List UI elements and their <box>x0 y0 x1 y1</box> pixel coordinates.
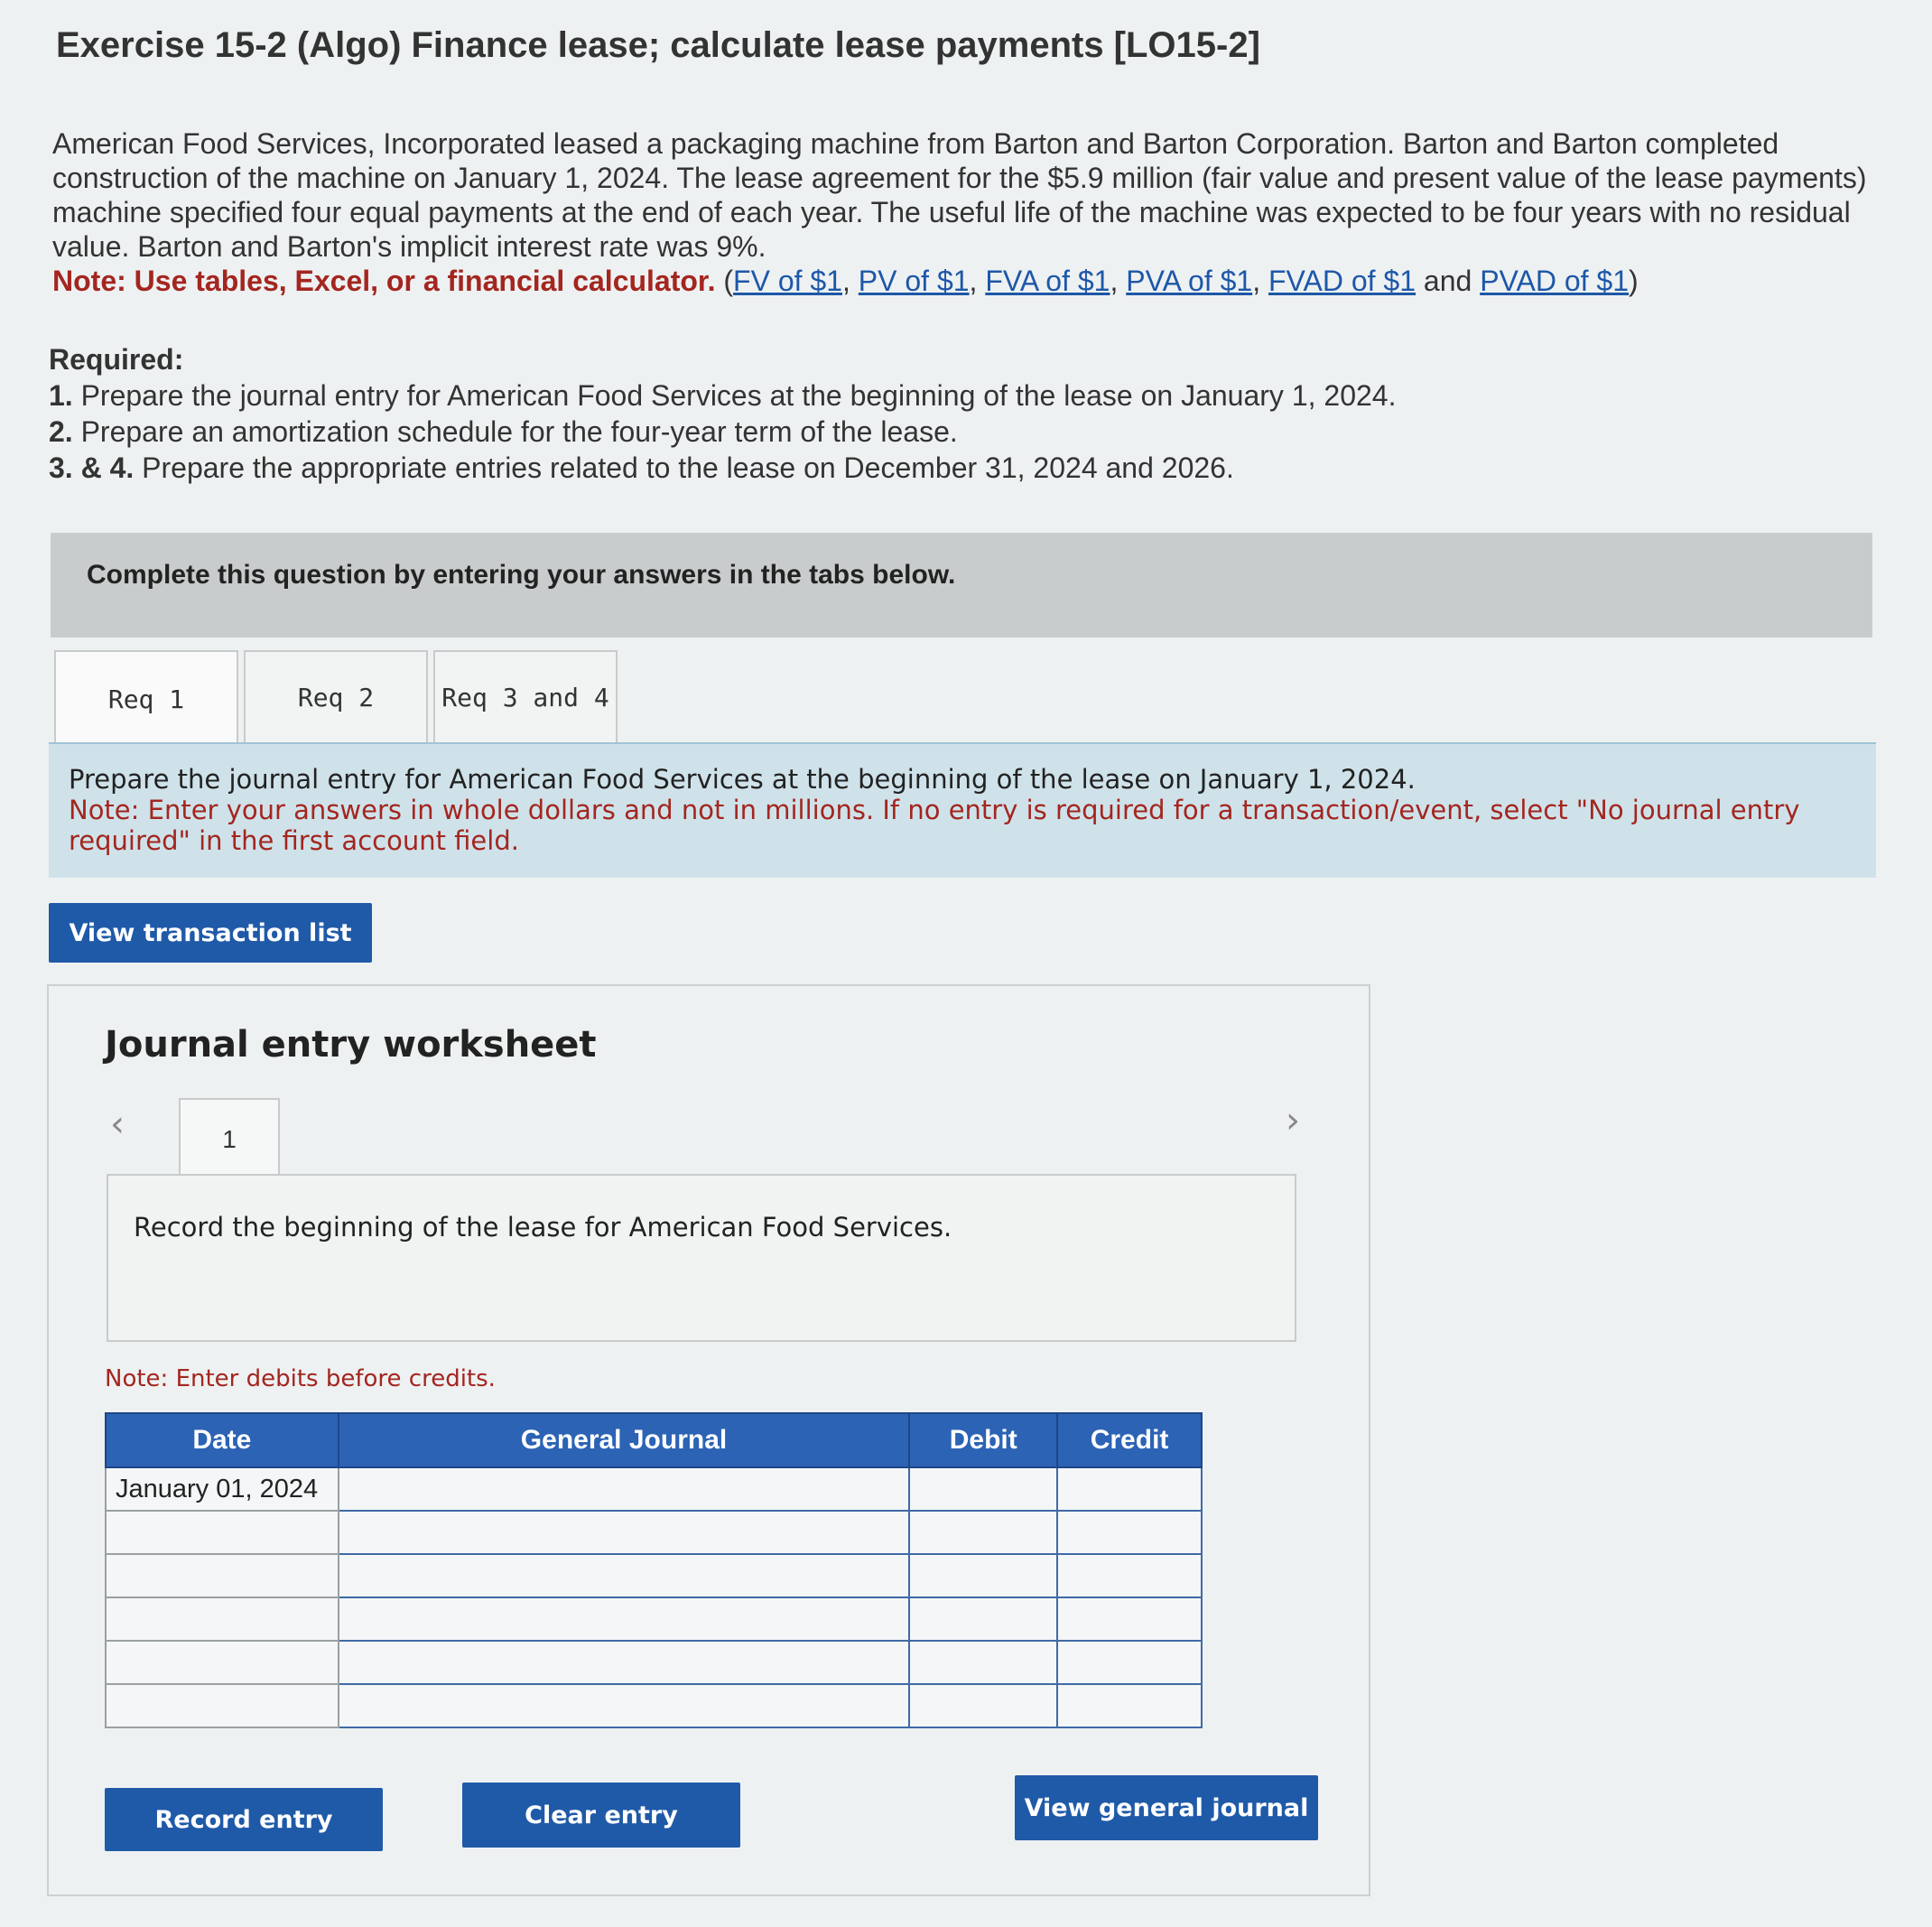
table-row <box>105 1683 1203 1728</box>
view-general-journal-button[interactable]: View general journal <box>1015 1775 1318 1840</box>
credit-input[interactable] <box>1056 1466 1203 1512</box>
date-column-header: Date <box>105 1412 339 1468</box>
account-select[interactable] <box>337 1466 911 1512</box>
link-fva[interactable]: FVA of $1 <box>985 265 1110 297</box>
link-pv[interactable]: PV of $1 <box>859 265 970 297</box>
chevron-right-icon[interactable]: › <box>1286 1100 1300 1141</box>
view-transaction-list-button[interactable]: View transaction list <box>49 903 372 963</box>
problem-description: American Food Services, Incorporated lea… <box>52 127 1867 297</box>
banner-text: Complete this question by entering your … <box>87 560 956 590</box>
credit-input[interactable] <box>1056 1553 1203 1598</box>
debit-input[interactable] <box>908 1510 1059 1555</box>
page-title: Exercise 15-2 (Algo) Finance lease; calc… <box>56 25 1260 65</box>
worksheet-prompt-box: Record the beginning of the lease for Am… <box>107 1174 1296 1342</box>
clear-entry-button[interactable]: Clear entry <box>462 1783 740 1848</box>
required-section: Required: 1. Prepare the journal entry f… <box>49 341 1890 486</box>
table-row <box>105 1597 1203 1642</box>
journal-table: Date General Journal Debit Credit Januar… <box>105 1412 1203 1728</box>
debit-input[interactable] <box>908 1683 1059 1728</box>
account-select[interactable] <box>337 1510 911 1555</box>
chevron-left-icon[interactable]: ‹ <box>110 1103 125 1145</box>
link-pvad[interactable]: PVAD of $1 <box>1480 265 1629 297</box>
and-word: and <box>1423 265 1472 297</box>
tab-req-2[interactable]: Req 2 <box>244 650 428 742</box>
tab-instructions: Prepare the journal entry for American F… <box>49 742 1876 878</box>
credit-input[interactable] <box>1056 1510 1203 1555</box>
account-column-header: General Journal <box>337 1412 911 1468</box>
date-cell <box>105 1683 339 1728</box>
journal-entry-worksheet: Journal entry worksheet ‹ 1 › Record the… <box>47 984 1370 1896</box>
date-cell: January 01, 2024 <box>105 1466 339 1512</box>
required-heading: Required: <box>49 343 184 376</box>
debits-credits-note: Note: Enter debits before credits. <box>105 1365 496 1392</box>
tab-req-3-and-4[interactable]: Req 3 and 4 <box>433 650 618 742</box>
tab-req-1[interactable]: Req 1 <box>54 650 238 746</box>
required-item-3: 3. & 4. Prepare the appropriate entries … <box>49 451 1234 484</box>
link-pva[interactable]: PVA of $1 <box>1126 265 1252 297</box>
link-fv[interactable]: FV of $1 <box>733 265 842 297</box>
debit-column-header: Debit <box>908 1412 1059 1468</box>
account-select[interactable] <box>337 1553 911 1598</box>
debit-input[interactable] <box>908 1640 1059 1685</box>
worksheet-title: Journal entry worksheet <box>105 1024 597 1066</box>
date-cell <box>105 1640 339 1685</box>
credit-input[interactable] <box>1056 1640 1203 1685</box>
debit-input[interactable] <box>908 1466 1059 1512</box>
calculator-note: Note: Use tables, Excel, or a financial … <box>52 265 716 297</box>
table-row <box>105 1553 1203 1598</box>
required-item-1: 1. Prepare the journal entry for America… <box>49 379 1397 412</box>
credit-column-header: Credit <box>1056 1412 1203 1468</box>
date-cell <box>105 1553 339 1598</box>
link-fvad[interactable]: FVAD of $1 <box>1268 265 1416 297</box>
record-entry-button[interactable]: Record entry <box>105 1788 383 1851</box>
credit-input[interactable] <box>1056 1597 1203 1642</box>
account-select[interactable] <box>337 1683 911 1728</box>
required-item-2: 2. Prepare an amortization schedule for … <box>49 415 958 448</box>
table-row <box>105 1510 1203 1555</box>
credit-input[interactable] <box>1056 1683 1203 1728</box>
table-row: January 01, 2024 <box>105 1466 1203 1512</box>
instructions-banner: Complete this question by entering your … <box>51 533 1872 638</box>
problem-text: American Food Services, Incorporated lea… <box>52 127 1867 263</box>
account-select[interactable] <box>337 1640 911 1685</box>
debit-input[interactable] <box>908 1553 1059 1598</box>
debit-input[interactable] <box>908 1597 1059 1642</box>
date-cell <box>105 1597 339 1642</box>
date-cell <box>105 1510 339 1555</box>
instruction-note: Note: Enter your answers in whole dollar… <box>69 795 1800 856</box>
table-row <box>105 1640 1203 1685</box>
worksheet-page-tab[interactable]: 1 <box>179 1098 280 1179</box>
account-select[interactable] <box>337 1597 911 1642</box>
worksheet-prompt: Record the beginning of the lease for Am… <box>134 1212 952 1243</box>
instruction-line: Prepare the journal entry for American F… <box>69 764 1416 795</box>
